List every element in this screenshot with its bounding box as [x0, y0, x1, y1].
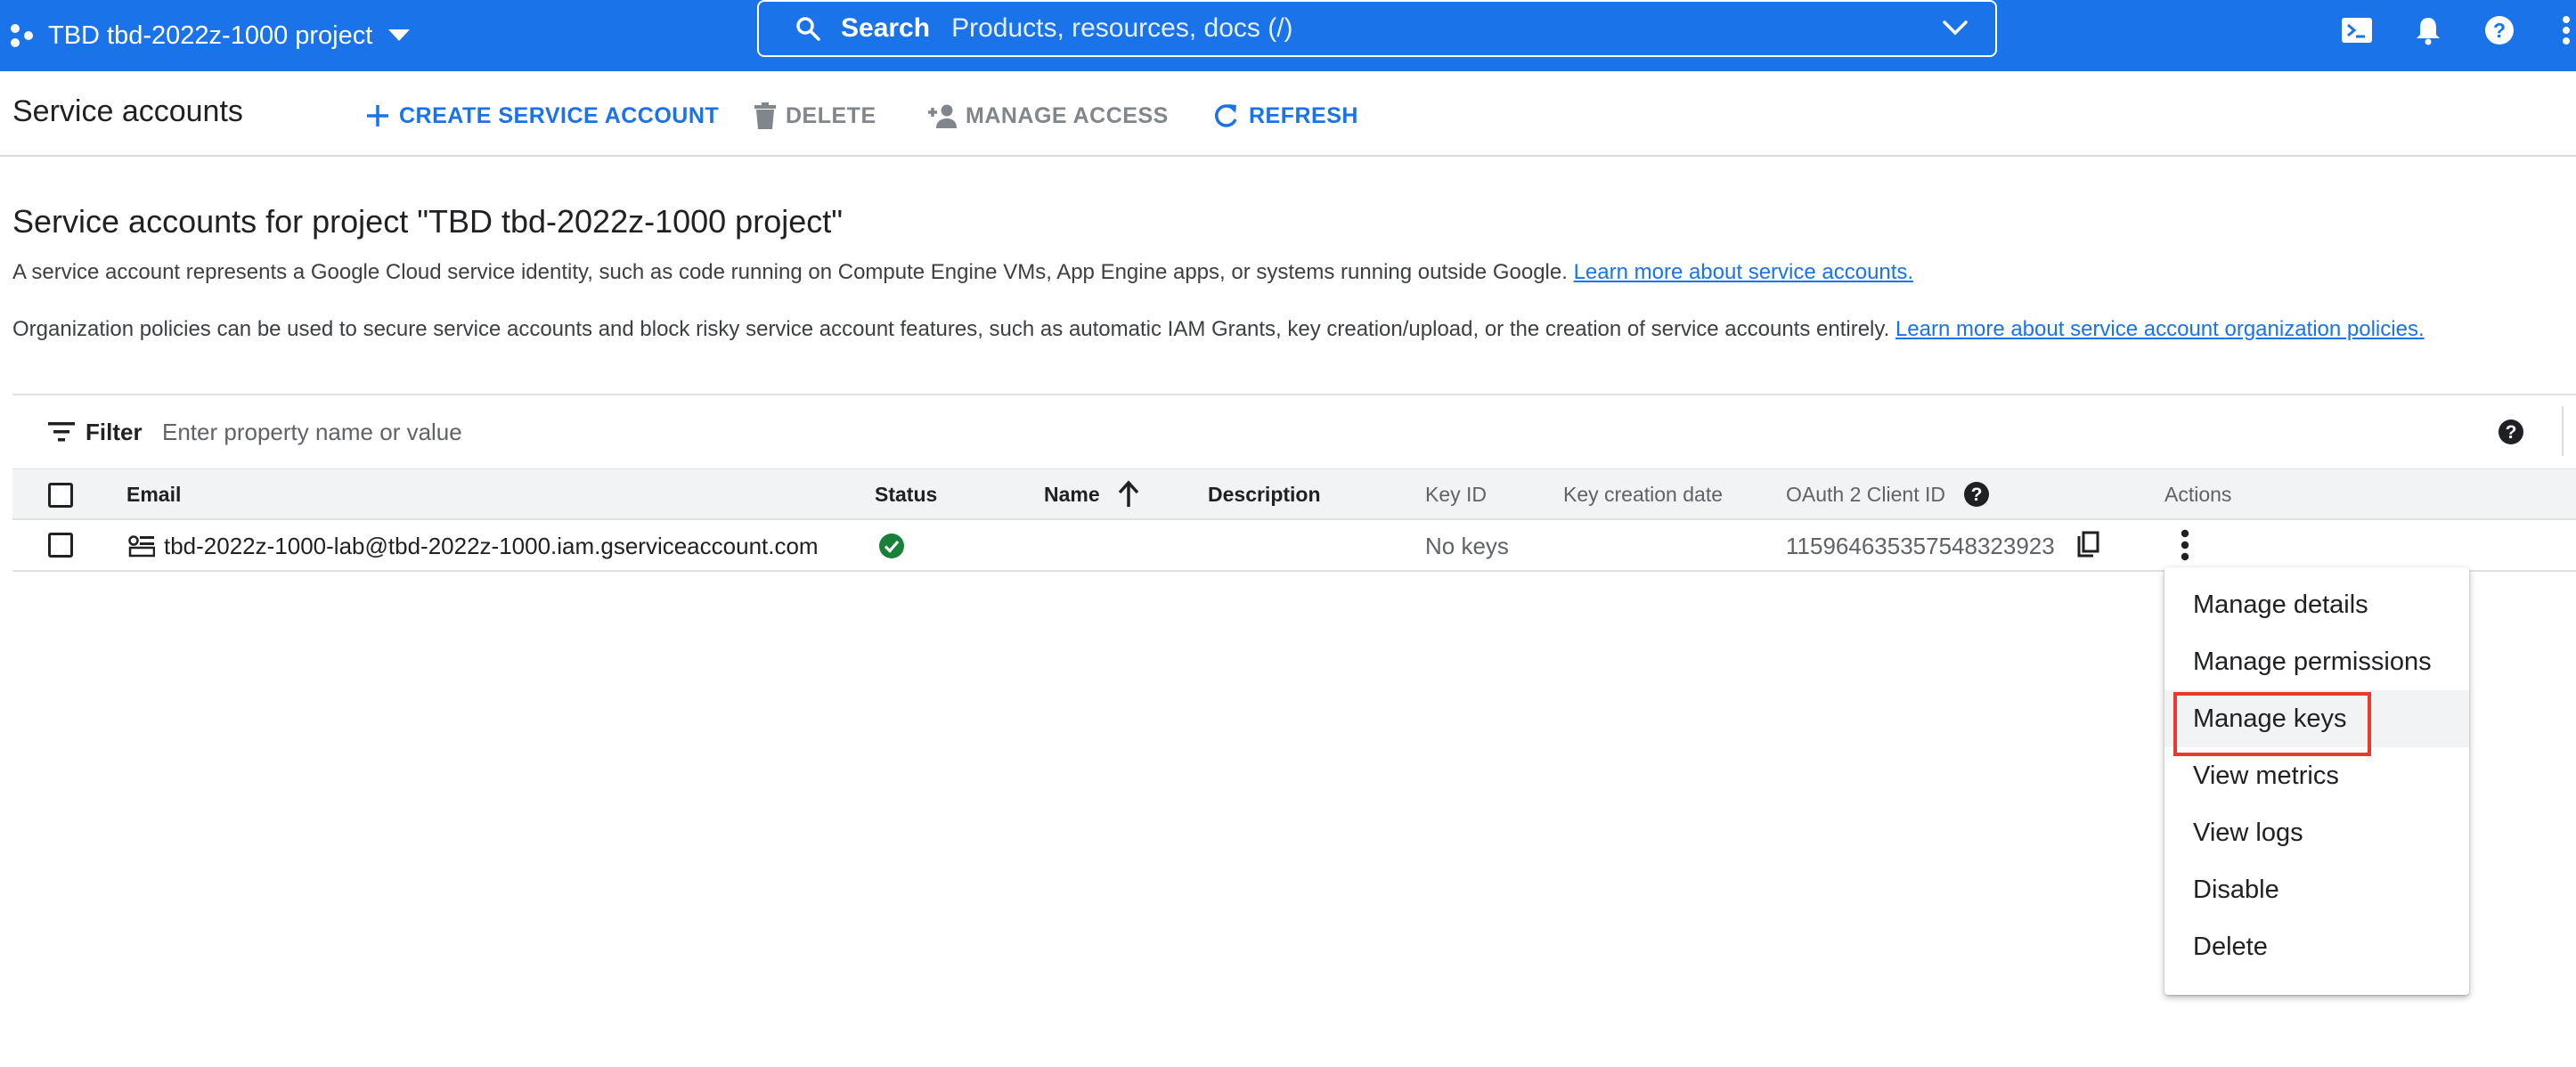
status-enabled-check-icon: [878, 533, 905, 559]
refresh-label: REFRESH: [1249, 102, 1358, 128]
section-heading: Service accounts for project "TBD tbd-20…: [12, 203, 844, 240]
page-title: Service accounts: [12, 94, 243, 128]
service-account-description: A service account represents a Google Cl…: [12, 260, 1913, 285]
menu-item-manage-keys[interactable]: Manage keys: [2164, 690, 2469, 747]
service-account-email[interactable]: tbd-2022z-1000-lab@tbd-2022z-1000.iam.gs…: [164, 533, 819, 560]
column-header-description[interactable]: Description: [1208, 483, 1321, 507]
search-bar[interactable]: Search Products, resources, docs (/): [757, 0, 1997, 57]
refresh-icon: [1211, 102, 1249, 130]
description-text: A service account represents a Google Cl…: [12, 260, 1568, 284]
menu-item-manage-permissions[interactable]: Manage permissions: [2164, 633, 2469, 690]
column-header-actions: Actions: [2164, 483, 2232, 506]
refresh-button[interactable]: REFRESH: [1211, 98, 1358, 134]
page-toolbar: Service accounts CREATE SERVICE ACCOUNT …: [0, 71, 2576, 157]
delete-button[interactable]: DELETE: [754, 98, 876, 134]
more-vert-icon[interactable]: [2556, 12, 2576, 48]
filter-list-icon[interactable]: [48, 422, 75, 442]
learn-more-service-accounts-link[interactable]: Learn more about service accounts.: [1574, 260, 1914, 284]
project-hub-icon: [9, 22, 36, 49]
copy-icon[interactable]: [2075, 531, 2100, 559]
svg-text:?: ?: [2493, 19, 2506, 42]
menu-item-disable[interactable]: Disable: [2164, 861, 2469, 918]
column-header-oauth-client-id[interactable]: OAuth 2 Client ID: [1786, 483, 1945, 507]
search-label: Search: [841, 13, 931, 43]
dropdown-arrow-icon: [388, 29, 411, 42]
table-row[interactable]: tbd-2022z-1000-lab@tbd-2022z-1000.iam.gs…: [12, 520, 2576, 572]
manage-access-button[interactable]: MANAGE ACCESS: [926, 98, 1169, 134]
top-app-bar: TBD tbd-2022z-1000 project Search Produc…: [0, 0, 2576, 71]
key-id-value: No keys: [1425, 533, 1509, 559]
column-header-name[interactable]: Name: [1044, 483, 1100, 507]
select-all-checkbox[interactable]: [48, 483, 73, 508]
search-input-placeholder[interactable]: Products, resources, docs (/): [951, 13, 1292, 44]
oauth-client-id-value: 115964635357548323923: [1786, 533, 2055, 559]
filter-input[interactable]: [160, 413, 1233, 451]
actions-menu: Manage details Manage permissions Manage…: [2164, 567, 2469, 995]
create-service-account-button[interactable]: CREATE SERVICE ACCOUNT: [365, 98, 719, 134]
column-header-email[interactable]: Email: [126, 483, 181, 507]
table-header-row: Email Status Name Description Key ID Key…: [12, 468, 2576, 520]
manage-access-label: MANAGE ACCESS: [966, 102, 1169, 128]
help-icon[interactable]: ?: [2482, 12, 2517, 48]
column-help-icon[interactable]: ?: [2498, 419, 2524, 445]
project-name: TBD tbd-2022z-1000 project: [48, 20, 373, 50]
oauth-help-icon[interactable]: ?: [1963, 481, 1990, 508]
row-actions-more-vert-icon[interactable]: [2181, 529, 2189, 561]
service-account-icon: [128, 534, 155, 558]
row-select-checkbox[interactable]: [48, 533, 73, 558]
search-icon: [795, 15, 821, 42]
svg-text:?: ?: [2506, 422, 2517, 443]
create-service-account-label: CREATE SERVICE ACCOUNT: [399, 102, 720, 128]
person-add-icon: [926, 103, 966, 128]
cloud-shell-icon[interactable]: [2339, 12, 2375, 48]
learn-more-org-policies-link[interactable]: Learn more about service account organiz…: [1895, 317, 2425, 341]
chevron-down-icon[interactable]: [1942, 20, 1969, 37]
filter-bar: Filter ?: [12, 394, 2576, 468]
delete-label: DELETE: [786, 102, 876, 128]
menu-item-manage-details[interactable]: Manage details: [2164, 576, 2469, 633]
menu-item-view-logs[interactable]: View logs: [2164, 804, 2469, 861]
org-policy-text: Organization policies can be used to sec…: [12, 317, 1890, 341]
org-policy-description: Organization policies can be used to sec…: [12, 317, 2425, 342]
add-icon: [365, 103, 399, 128]
notifications-bell-icon[interactable]: [2410, 12, 2446, 48]
menu-item-view-metrics[interactable]: View metrics: [2164, 747, 2469, 804]
column-header-key-creation-date[interactable]: Key creation date: [1563, 483, 1723, 507]
sort-ascending-arrow-icon[interactable]: [1117, 480, 1140, 509]
svg-text:?: ?: [1971, 485, 1983, 505]
column-header-status[interactable]: Status: [875, 483, 937, 507]
project-picker[interactable]: TBD tbd-2022z-1000 project: [9, 12, 411, 59]
column-header-key-id[interactable]: Key ID: [1425, 483, 1487, 507]
filter-label: Filter: [86, 419, 143, 445]
menu-item-delete[interactable]: Delete: [2164, 918, 2469, 975]
filter-divider: [2562, 406, 2564, 456]
trash-icon: [754, 102, 786, 129]
